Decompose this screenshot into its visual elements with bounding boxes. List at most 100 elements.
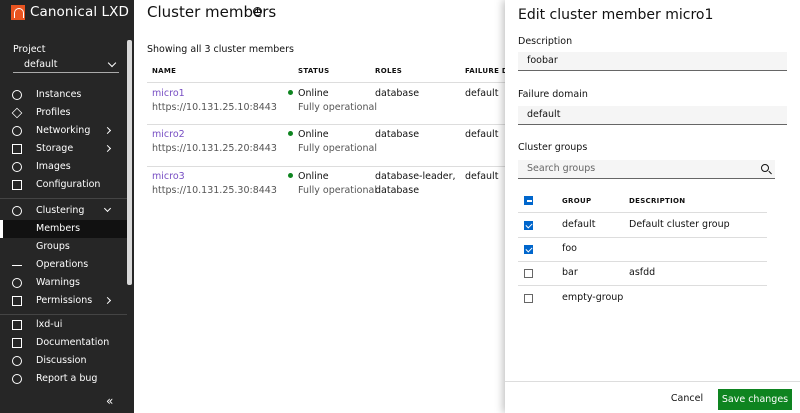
row-divider [518,237,767,238]
sidebar-item-label: Discussion [36,355,87,366]
project-select[interactable]: default [13,57,119,73]
clustering-icon [12,206,22,216]
sidebar-item-label: Permissions [36,295,93,306]
sidebar-item-instances[interactable]: Instances [0,86,127,104]
member-name-link[interactable]: micro1 [152,87,277,101]
panel-title: Edit cluster member micro1 [518,7,714,23]
info-icon[interactable]: i [253,7,262,16]
select-all-checkbox[interactable] [524,196,533,205]
row-divider [518,285,767,286]
sidebar-item-permissions[interactable]: Permissions [0,292,127,310]
column-header-status[interactable]: STATUS [298,67,329,75]
failure-domain-label: Failure domain [518,89,588,100]
column-header-roles[interactable]: ROLES [375,67,402,75]
column-header-failure-domain[interactable]: FAILURE DOMAIN [465,67,505,75]
sidebar-item-operations[interactable]: Operations [0,256,127,274]
edit-member-panel: Edit cluster member micro1 Description f… [505,0,800,413]
group-checkbox-empty-group[interactable] [524,294,533,303]
sidebar-scrollbar[interactable] [127,40,132,285]
group-description: Default cluster group [629,219,730,230]
sidebar-item-label: Instances [36,89,82,100]
cluster-groups-label: Cluster groups [518,142,588,153]
permissions-icon [12,296,22,306]
member-url: https://10.131.25.20:8443 [152,143,277,154]
online-status-icon [288,90,293,95]
profiles-icon [11,107,23,119]
sidebar-item-profiles[interactable]: Profiles [0,104,127,122]
member-status: Online Fully operational [288,87,377,115]
sidebar-item-label: Members [36,223,81,234]
sidebar-divider [0,314,127,315]
group-name: default [562,219,596,230]
sidebar-item-label: Groups [36,241,70,252]
documentation-icon [12,338,22,348]
column-header-name[interactable]: NAME [152,67,176,75]
cancel-button[interactable]: Cancel [665,390,709,408]
chevron-right-icon [103,126,112,135]
sidebar-item-images[interactable]: Images [0,158,127,176]
sidebar-item-label: Profiles [36,107,71,118]
member-failure-domain: default [465,88,499,99]
sidebar-divider [0,198,127,199]
group-checkbox-default[interactable] [524,221,533,230]
description-label: Description [518,36,573,47]
sidebar-item-clustering[interactable]: Clustering [0,202,127,220]
search-icon[interactable] [761,164,769,172]
sidebar-item-label: Report a bug [36,373,98,384]
group-name: empty-group [562,292,624,303]
member-name-link[interactable]: micro3 [152,170,277,184]
images-icon [12,162,22,172]
sidebar-item-label: Clustering [36,205,85,216]
group-checkbox-bar[interactable] [524,269,533,278]
failure-domain-field[interactable]: default [518,106,787,125]
member-failure-domain: default [465,171,499,182]
sidebar-item-documentation[interactable]: Documentation [0,334,127,352]
warnings-icon [12,278,22,288]
member-failure-domain: default [465,129,499,140]
collapse-sidebar-icon[interactable]: « [106,394,113,408]
chevron-down-icon [103,204,112,213]
online-status-icon [288,131,293,136]
row-divider [147,166,507,167]
lxd-logo-icon [11,4,25,20]
group-name: bar [562,267,578,278]
sidebar-item-discussion[interactable]: Discussion [0,352,127,370]
brand[interactable]: Canonical LXD [11,4,129,20]
description-field[interactable]: foobar [518,52,787,71]
chevron-right-icon [103,296,112,305]
column-header-group: GROUP [562,197,592,205]
column-header-description: DESCRIPTION [629,197,686,205]
storage-icon [12,144,22,154]
sidebar-item-label: Documentation [36,337,110,348]
sidebar-item-configuration[interactable]: Configuration [0,176,127,194]
configuration-icon [12,180,22,190]
brand-name: Canonical LXD [30,4,130,20]
sidebar-item-storage[interactable]: Storage [0,140,127,158]
sidebar-item-lxd-ui[interactable]: lxd-ui [0,316,127,334]
operations-icon [12,260,22,266]
sidebar-item-label: Warnings [36,277,81,288]
member-roles: database [375,88,420,99]
sidebar-item-label: lxd-ui [36,319,63,330]
row-divider [518,212,767,213]
save-changes-button[interactable]: Save changes [718,389,792,410]
table-row: micro1 https://10.131.25.10:8443 [152,87,277,115]
sidebar-item-members[interactable]: Members [0,220,127,238]
sidebar-item-networking[interactable]: Networking [0,122,127,140]
table-row: micro3 https://10.131.25.30:8443 [152,170,277,198]
lxd-ui-icon [12,320,22,330]
group-name: foo [562,243,577,254]
networking-icon [12,126,22,136]
row-divider [147,82,507,83]
instances-icon [12,90,22,100]
member-name-link[interactable]: micro2 [152,128,277,142]
sidebar-item-warnings[interactable]: Warnings [0,274,127,292]
member-status: Online Fully operational [288,170,377,198]
sidebar-item-report-bug[interactable]: Report a bug [0,370,127,388]
project-label: Project [13,44,46,55]
search-groups-input[interactable]: Search groups [518,160,775,179]
member-url: https://10.131.25.10:8443 [152,102,277,113]
panel-footer-divider [505,381,800,382]
group-checkbox-foo[interactable] [524,245,533,254]
sidebar-item-groups[interactable]: Groups [0,238,127,256]
